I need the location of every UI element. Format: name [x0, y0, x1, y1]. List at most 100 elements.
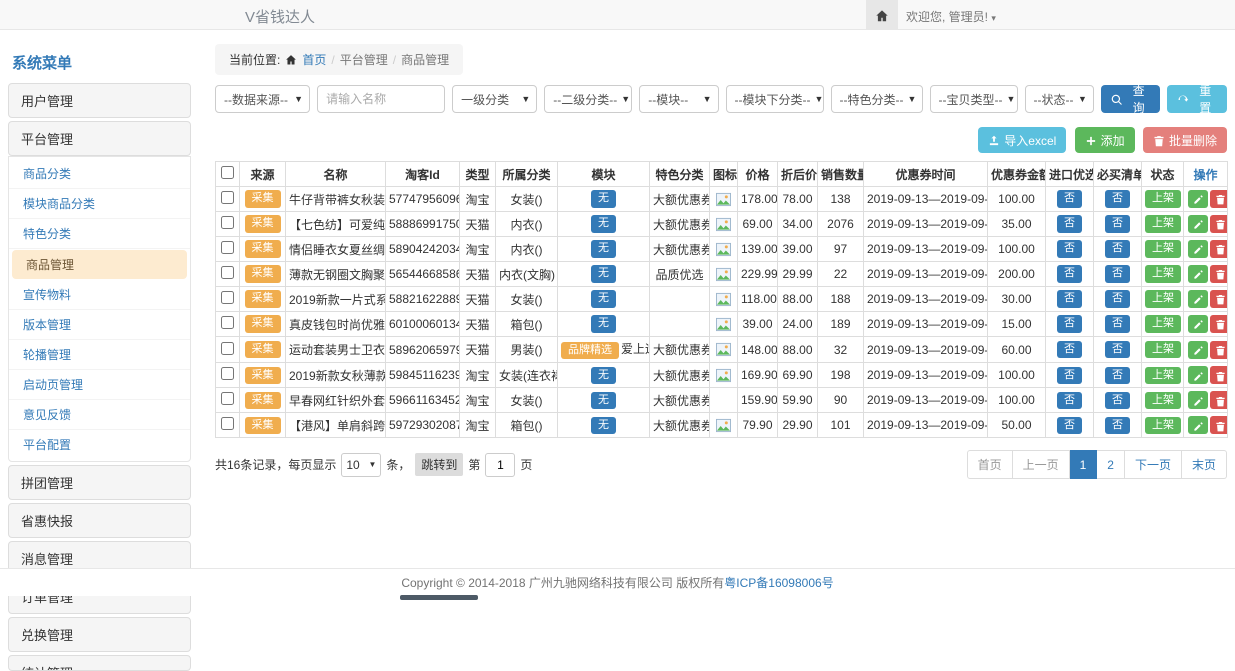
row-checkbox[interactable]	[221, 417, 234, 430]
must-buy-badge[interactable]: 否	[1105, 392, 1130, 409]
home-button[interactable]	[866, 0, 898, 29]
status-badge[interactable]: 上架	[1145, 215, 1181, 232]
edit-button[interactable]	[1188, 190, 1208, 208]
name-input[interactable]	[317, 85, 445, 113]
edit-button[interactable]	[1188, 315, 1208, 333]
sidebar-group-1[interactable]: 平台管理	[8, 121, 191, 156]
edit-button[interactable]	[1188, 240, 1208, 258]
status-badge[interactable]: 上架	[1145, 392, 1181, 409]
row-checkbox[interactable]	[221, 291, 234, 304]
row-checkbox[interactable]	[221, 216, 234, 229]
status-badge[interactable]: 上架	[1145, 265, 1181, 282]
sidebar-item-1-6[interactable]: 轮播管理	[9, 340, 190, 370]
sidebar-item-1-8[interactable]: 意见反馈	[9, 400, 190, 430]
edit-button[interactable]	[1188, 265, 1208, 283]
status-select[interactable]: --状态--▼	[1025, 85, 1094, 113]
page-number-input[interactable]	[485, 453, 515, 477]
sidebar-group-6[interactable]: 兑换管理	[8, 617, 191, 652]
sidebar-group-2[interactable]: 拼团管理	[8, 465, 191, 500]
import-select-badge[interactable]: 否	[1057, 392, 1082, 409]
data-source-select[interactable]: --数据来源--▼	[215, 85, 310, 113]
row-checkbox[interactable]	[221, 342, 234, 355]
must-buy-badge[interactable]: 否	[1105, 315, 1130, 332]
row-checkbox[interactable]	[221, 392, 234, 405]
level2-category-select[interactable]: --二级分类--▼	[544, 85, 632, 113]
must-buy-badge[interactable]: 否	[1105, 240, 1130, 257]
status-badge[interactable]: 上架	[1145, 190, 1181, 207]
delete-button[interactable]	[1210, 290, 1228, 308]
must-buy-badge[interactable]: 否	[1105, 290, 1130, 307]
edit-button[interactable]	[1188, 290, 1208, 308]
delete-button[interactable]	[1210, 190, 1228, 208]
import-select-badge[interactable]: 否	[1057, 341, 1082, 358]
edit-button[interactable]	[1188, 416, 1208, 434]
module-sub-category-select[interactable]: --模块下分类--▼	[726, 85, 824, 113]
delete-button[interactable]	[1210, 366, 1228, 384]
add-button[interactable]: 添加	[1075, 127, 1135, 153]
delete-button[interactable]	[1210, 315, 1228, 333]
row-checkbox[interactable]	[221, 191, 234, 204]
reset-button[interactable]: 重置	[1167, 85, 1227, 113]
sidebar-item-1-1[interactable]: 模块商品分类	[9, 189, 190, 219]
select-all-checkbox[interactable]	[221, 166, 234, 179]
delete-button[interactable]	[1210, 240, 1228, 258]
status-badge[interactable]: 上架	[1145, 315, 1181, 332]
pager-button-1[interactable]: 上一页	[1013, 450, 1070, 479]
import-select-badge[interactable]: 否	[1057, 315, 1082, 332]
import-select-badge[interactable]: 否	[1057, 290, 1082, 307]
edit-button[interactable]	[1188, 391, 1208, 409]
batch-delete-button[interactable]: 批量删除	[1143, 127, 1227, 153]
must-buy-badge[interactable]: 否	[1105, 341, 1130, 358]
delete-button[interactable]	[1210, 341, 1228, 359]
pager-button-3[interactable]: 2	[1097, 450, 1125, 479]
breadcrumb-home-link[interactable]: 首页	[302, 51, 326, 68]
import-select-badge[interactable]: 否	[1057, 417, 1082, 434]
edit-button[interactable]	[1188, 215, 1208, 233]
sidebar-group-0[interactable]: 用户管理	[8, 83, 191, 118]
item-type-select[interactable]: --宝贝类型--▼	[930, 85, 1018, 113]
import-select-badge[interactable]: 否	[1057, 240, 1082, 257]
import-select-badge[interactable]: 否	[1057, 190, 1082, 207]
status-badge[interactable]: 上架	[1145, 341, 1181, 358]
pager-button-4[interactable]: 下一页	[1125, 450, 1182, 479]
must-buy-badge[interactable]: 否	[1105, 215, 1130, 232]
search-button[interactable]: 查询	[1101, 85, 1161, 113]
import-select-badge[interactable]: 否	[1057, 265, 1082, 282]
delete-button[interactable]	[1210, 391, 1228, 409]
status-badge[interactable]: 上架	[1145, 290, 1181, 307]
sidebar-item-1-2[interactable]: 特色分类	[9, 219, 190, 249]
delete-button[interactable]	[1210, 416, 1228, 434]
level1-category-select[interactable]: 一级分类▼	[452, 85, 537, 113]
import-select-badge[interactable]: 否	[1057, 367, 1082, 384]
sidebar-item-1-9[interactable]: 平台配置	[9, 430, 190, 459]
status-badge[interactable]: 上架	[1145, 417, 1181, 434]
feature-category-select[interactable]: --特色分类--▼	[831, 85, 923, 113]
status-badge[interactable]: 上架	[1145, 367, 1181, 384]
module-select[interactable]: --模块--▼	[639, 85, 718, 113]
row-checkbox[interactable]	[221, 367, 234, 380]
must-buy-badge[interactable]: 否	[1105, 190, 1130, 207]
pager-button-5[interactable]: 末页	[1182, 450, 1227, 479]
pager-button-0[interactable]: 首页	[967, 450, 1013, 479]
status-badge[interactable]: 上架	[1145, 240, 1181, 257]
sidebar-item-1-7[interactable]: 启动页管理	[9, 370, 190, 400]
edit-button[interactable]	[1188, 341, 1208, 359]
import-select-badge[interactable]: 否	[1057, 215, 1082, 232]
sidebar-item-1-0[interactable]: 商品分类	[9, 159, 190, 189]
pager-button-2[interactable]: 1	[1070, 450, 1098, 479]
horizontal-scrollbar-thumb[interactable]	[400, 595, 478, 600]
delete-button[interactable]	[1210, 215, 1228, 233]
sidebar-item-1-3[interactable]: 商品管理	[12, 250, 187, 279]
user-menu[interactable]: 欢迎您, 管理员! ▾	[906, 8, 996, 25]
must-buy-badge[interactable]: 否	[1105, 417, 1130, 434]
sidebar-item-1-4[interactable]: 宣传物料	[9, 280, 190, 310]
row-checkbox[interactable]	[221, 316, 234, 329]
delete-button[interactable]	[1210, 265, 1228, 283]
sidebar-group-3[interactable]: 省惠快报	[8, 503, 191, 538]
must-buy-badge[interactable]: 否	[1105, 265, 1130, 282]
import-excel-button[interactable]: 导入excel	[978, 127, 1066, 153]
row-checkbox[interactable]	[221, 266, 234, 279]
icp-link[interactable]: 粤ICP备16098006号	[724, 576, 833, 590]
must-buy-badge[interactable]: 否	[1105, 367, 1130, 384]
row-checkbox[interactable]	[221, 241, 234, 254]
